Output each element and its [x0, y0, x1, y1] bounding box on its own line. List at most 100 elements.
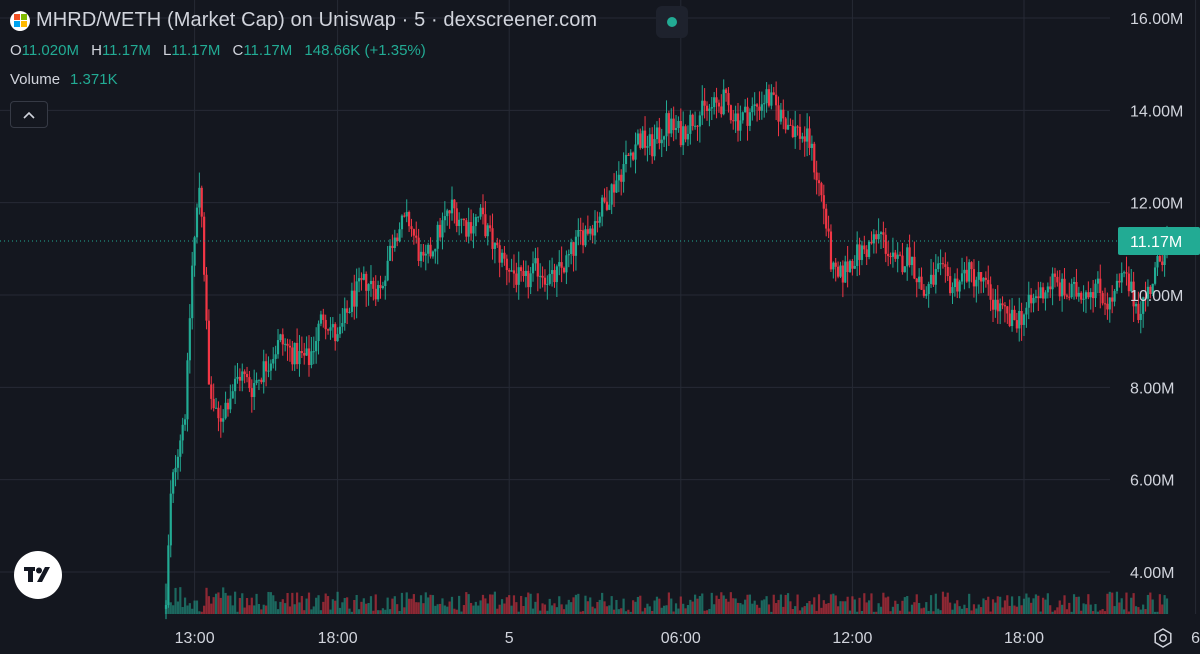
volume-bar: [1056, 607, 1059, 614]
candle-body: [1089, 292, 1092, 298]
candle-body: [1099, 278, 1102, 294]
volume-bar: [512, 595, 516, 614]
volume-bar: [415, 602, 418, 614]
candle-body: [341, 323, 344, 327]
x-tick-label: 13:00: [175, 630, 215, 647]
volume-bar: [551, 605, 554, 614]
volume-bar: [255, 593, 258, 614]
volume-bar: [312, 606, 315, 614]
candle-body: [374, 288, 377, 300]
volume-bar: [1080, 610, 1083, 614]
chart-settings-button[interactable]: [1152, 627, 1174, 649]
candle-body: [329, 327, 332, 331]
volume-bar: [491, 594, 494, 614]
volume-bar: [527, 592, 530, 614]
candle-body: [477, 216, 480, 218]
candle-body: [405, 211, 408, 217]
candle-body: [541, 275, 544, 278]
candle-body: [841, 265, 844, 283]
candle-body: [172, 472, 175, 494]
volume-bar: [941, 591, 945, 614]
volume-bar: [617, 609, 620, 614]
volume-bar: [305, 598, 308, 614]
volume-bar: [1061, 604, 1064, 614]
candle-body: [646, 146, 649, 148]
candle-body: [369, 280, 373, 285]
candle-body: [932, 274, 935, 285]
volume-bar: [479, 600, 482, 614]
candle-body: [539, 275, 542, 277]
candle-body: [441, 220, 444, 238]
volume-bar: [381, 608, 384, 614]
candle-body: [1125, 272, 1128, 274]
candle-body: [496, 242, 499, 246]
volume-bar: [338, 607, 342, 614]
candle-body: [949, 276, 952, 294]
volume-bar: [960, 608, 964, 614]
volume-bar: [286, 592, 289, 614]
candle-body: [1137, 303, 1140, 320]
volume-bar: [636, 596, 639, 614]
volume-bar: [226, 595, 230, 614]
volume-bar: [372, 610, 375, 614]
candle-body: [203, 216, 206, 275]
volume-bar: [758, 607, 761, 614]
volume-bar: [1118, 602, 1121, 614]
candle-body: [245, 374, 249, 378]
volume-bar: [844, 601, 847, 614]
candle-body: [894, 252, 897, 259]
volume-bar: [1039, 611, 1042, 614]
volume-bar: [245, 597, 249, 614]
candle-body: [884, 234, 887, 254]
ohlc-key: H: [91, 42, 102, 59]
tradingview-logo-icon[interactable]: [14, 551, 62, 599]
candle-body: [548, 273, 551, 284]
candle-body: [610, 184, 613, 205]
volume-bar: [579, 611, 582, 614]
volume-bar: [679, 596, 682, 614]
volume-bar: [438, 603, 442, 614]
candle-body: [608, 204, 611, 210]
candle-body: [1051, 273, 1054, 290]
candle-body: [1025, 307, 1028, 315]
candle-body: [999, 303, 1002, 312]
volume-bar: [281, 599, 284, 614]
volume-bar: [188, 603, 191, 614]
status-indicator[interactable]: [656, 6, 688, 38]
candle-body: [870, 241, 873, 244]
volume-bar: [179, 587, 182, 614]
volume-bar: [503, 603, 506, 614]
candle-body: [436, 224, 439, 249]
candle-body: [226, 402, 230, 410]
candle-body: [615, 180, 618, 193]
volume-bar: [713, 604, 716, 614]
volume-bar: [1094, 604, 1097, 614]
candle-body: [367, 284, 370, 291]
candle-body: [400, 215, 404, 230]
volume-bar: [524, 597, 527, 614]
volume-bar: [250, 597, 253, 614]
candle-body: [269, 363, 272, 371]
volume-bar: [183, 597, 187, 614]
candle-body: [915, 278, 918, 283]
candle-body: [241, 371, 244, 381]
candle-body: [219, 418, 222, 422]
candle-body: [1115, 280, 1119, 291]
volume-bar: [443, 605, 446, 614]
candle-body: [877, 233, 880, 240]
candle-body: [867, 241, 871, 257]
volume-bar: [853, 599, 856, 614]
volume-bar: [453, 608, 456, 614]
candle-body: [183, 419, 187, 425]
volume-bar: [834, 595, 837, 614]
candle-body: [1156, 256, 1159, 268]
volume-bar: [1032, 598, 1035, 614]
candle-body: [934, 269, 937, 285]
candle-body: [1161, 261, 1164, 265]
collapse-legend-button[interactable]: [10, 101, 48, 128]
candle-body: [255, 380, 258, 384]
volume-bar: [851, 596, 854, 614]
volume-bar: [1156, 611, 1159, 614]
volume-bar: [555, 607, 558, 614]
candle-body: [486, 225, 489, 237]
